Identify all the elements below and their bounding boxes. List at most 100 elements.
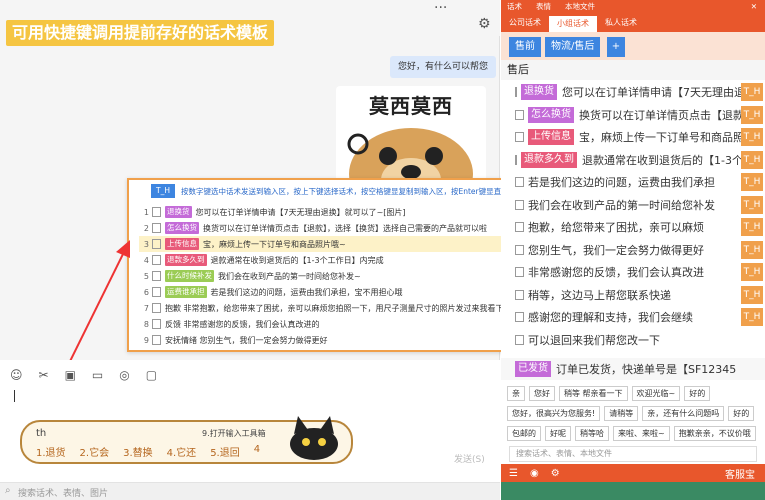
script-row[interactable]: 退款多久到退款通常在收到退货后的【1-3个工作日】 [515,149,755,171]
shipped-row[interactable]: 已发货 订单已发货，快递单号是【SF12345 [501,358,765,380]
quick-chip[interactable]: 您好 [529,386,555,401]
script-row[interactable]: 若是我们这边的问题，运费由我们承担 [515,171,755,193]
script-row-tag: 上传信息 [528,129,574,145]
document-icon [152,239,161,249]
script-row-text: 我们会在收到产品的第一时间给您补发 [528,198,715,212]
category-logistics[interactable]: 物流/售后 [545,37,601,57]
script-row[interactable]: 您别生气，我们一定会努力做得更好 [515,239,755,261]
quick-chip[interactable]: 包邮的 [507,426,541,441]
shortcut-badge[interactable]: T_H [741,240,763,259]
shortcut-badge[interactable]: T_H [741,308,763,326]
close-icon[interactable]: ✕ [751,0,757,14]
quick-chip[interactable]: 欢迎光临~ [631,386,681,401]
script-row-text: 您可以在订单详情申请【7天无理由退换】 [562,86,755,99]
group-header[interactable]: 售后 [501,60,765,80]
file-icon[interactable]: ▭ [92,368,103,384]
tab-group-scripts[interactable]: 小组话术 [549,16,597,32]
script-row[interactable]: 可以退回来我们帮您改一下 [515,329,755,351]
scissors-icon[interactable]: ✂ [39,368,49,384]
document-icon [152,255,161,265]
script-row-text: 抱歉，给您带来了困扰，亲可以麻烦 [528,221,704,234]
shortcut-badge[interactable]: T_H [741,128,763,146]
quick-chip[interactable]: 好的 [728,406,755,421]
ime-candidate[interactable]: 2.它会 [80,444,110,459]
popup-row-text: 我们会在收到产品的第一时间给您补发~ [218,271,361,281]
add-contact-icon[interactable]: ⚙ [478,16,491,32]
ime-candidate-bar: th 9.打开输入工具箱 1.退货 2.它会 3.替换 4.它还 5.退回 4 [20,416,353,464]
eye-icon[interactable]: ◉ [530,468,539,479]
popup-row-number: 6 [143,287,149,297]
script-row[interactable]: 稍等，这边马上帮您联系快递 [515,284,755,306]
script-row[interactable]: 抱歉，给您带来了困扰，亲可以麻烦 [515,216,755,238]
ime-page-indicator[interactable]: 4 [254,444,260,459]
document-icon [515,132,524,142]
bottom-search-bar[interactable]: ⌕ 搜索话术、表情、图片 [0,482,500,500]
video-icon[interactable]: ▢ [146,368,157,384]
banner-caption: 可用快捷键调用提前存好的话术模板 [6,20,275,46]
shortcut-badge[interactable]: T_H [741,83,763,101]
quick-chip[interactable]: 好的 [684,386,711,401]
tab-local-files[interactable]: 本地文件 [565,0,595,14]
footer-brand[interactable]: 客服宝 [725,466,755,481]
quick-chip[interactable]: 请稍等 [604,406,639,421]
script-row-text: 稍等，这边马上帮您联系快递 [528,288,671,302]
quick-chip[interactable]: 好呢 [545,426,571,441]
script-row[interactable]: 退换货 您可以在订单详情申请【7天无理由退换】 [515,81,755,103]
image-icon[interactable]: ▣ [65,368,76,384]
script-row[interactable]: 我们会在收到产品的第一时间给您补发 [515,194,755,216]
list-icon[interactable]: ☰ [509,468,518,479]
settings-icon[interactable]: ⚙ [551,468,560,479]
script-row[interactable]: 怎么换货 换货可以在订单详情页点击【退款】 [515,104,755,126]
popup-row-number: 4 [143,255,149,265]
quick-chip[interactable]: 来啦、来啦~ [613,426,670,441]
script-row[interactable]: 上传信息 宝，麻烦上传一下订单号和商品照片 [515,126,755,148]
category-presale[interactable]: 售前 [509,37,541,57]
ime-candidate[interactable]: 3.替换 [123,444,153,459]
shortcut-badge[interactable]: T_H [741,263,763,281]
shortcut-badge[interactable]: T_H [741,173,763,191]
script-row-text: 若是我们这边的问题，运费由我们承担 [528,176,715,189]
quick-chip[interactable]: 亲，还有什么问题吗 [642,406,725,421]
ime-candidate[interactable]: 5.退回 [210,444,240,459]
tab-scripts[interactable]: 话术 [507,0,522,14]
ime-toolbox-tip[interactable]: 9.打开输入工具箱 [202,428,266,439]
document-icon [152,287,161,297]
tab-company-scripts[interactable]: 公司话术 [501,14,549,32]
document-icon [515,267,524,277]
quick-chip[interactable]: 稍等 帮亲看一下 [559,386,628,401]
chat-history-icon[interactable]: ◎ [119,368,129,384]
shortcut-badge[interactable]: T_H [741,195,763,214]
shipped-tag: 已发货 [515,361,551,377]
popup-row-text: 宝，麻烦上传一下订单号和商品照片哦~ [203,239,346,249]
document-icon [515,109,524,120]
shortcut-badge[interactable]: T_H [741,150,763,169]
popup-row-text: 安抚情绪 您别生气，我们一定会努力做得更好 [165,335,328,345]
quick-chip[interactable]: 您好，很高兴为您服务! [507,406,601,421]
popup-row-number: 2 [143,223,149,233]
quick-chip[interactable]: 稍等哈 [575,426,609,441]
script-row[interactable]: 非常感谢您的反馈，我们会认真改进 [515,261,755,283]
popup-row-number: 8 [143,319,149,329]
quick-chip[interactable]: 抱歉亲亲，不议价哦 [673,426,756,441]
tab-emoji[interactable]: 表情 [536,0,551,14]
quick-chip[interactable]: 亲 [507,386,525,401]
panel-search-input[interactable]: 搜索话术、表情、本地文件 [509,446,757,462]
quick-chips-row: 亲您好 稍等 帮亲看一下 欢迎光临~ 好的 [501,386,765,401]
tab-private-scripts[interactable]: 私人话术 [597,14,645,32]
document-icon [152,319,161,329]
script-row[interactable]: 感谢您的理解和支持，我们会继续 [515,306,755,328]
ime-candidate[interactable]: 1.退货 [36,444,66,459]
popup-row-tag: 怎么换货 [165,222,199,234]
emoji-icon[interactable]: ☺ [10,368,23,384]
ime-candidate[interactable]: 4.它还 [167,444,197,459]
image-icon [152,207,161,217]
document-icon [152,303,161,313]
add-category-button[interactable]: + [607,37,625,57]
shortcut-badge[interactable]: T_H [741,105,763,124]
more-icon[interactable]: ··· [434,0,447,16]
panel-footer: ☰ ◉ ⚙ 客服宝 [501,464,765,482]
shortcut-badge[interactable]: T_H [741,285,763,304]
send-button[interactable]: 发送(S) [454,452,485,465]
script-row-text: 退款通常在收到退货后的【1-3个工作日】 [582,153,755,167]
shortcut-badge[interactable]: T_H [741,218,763,236]
